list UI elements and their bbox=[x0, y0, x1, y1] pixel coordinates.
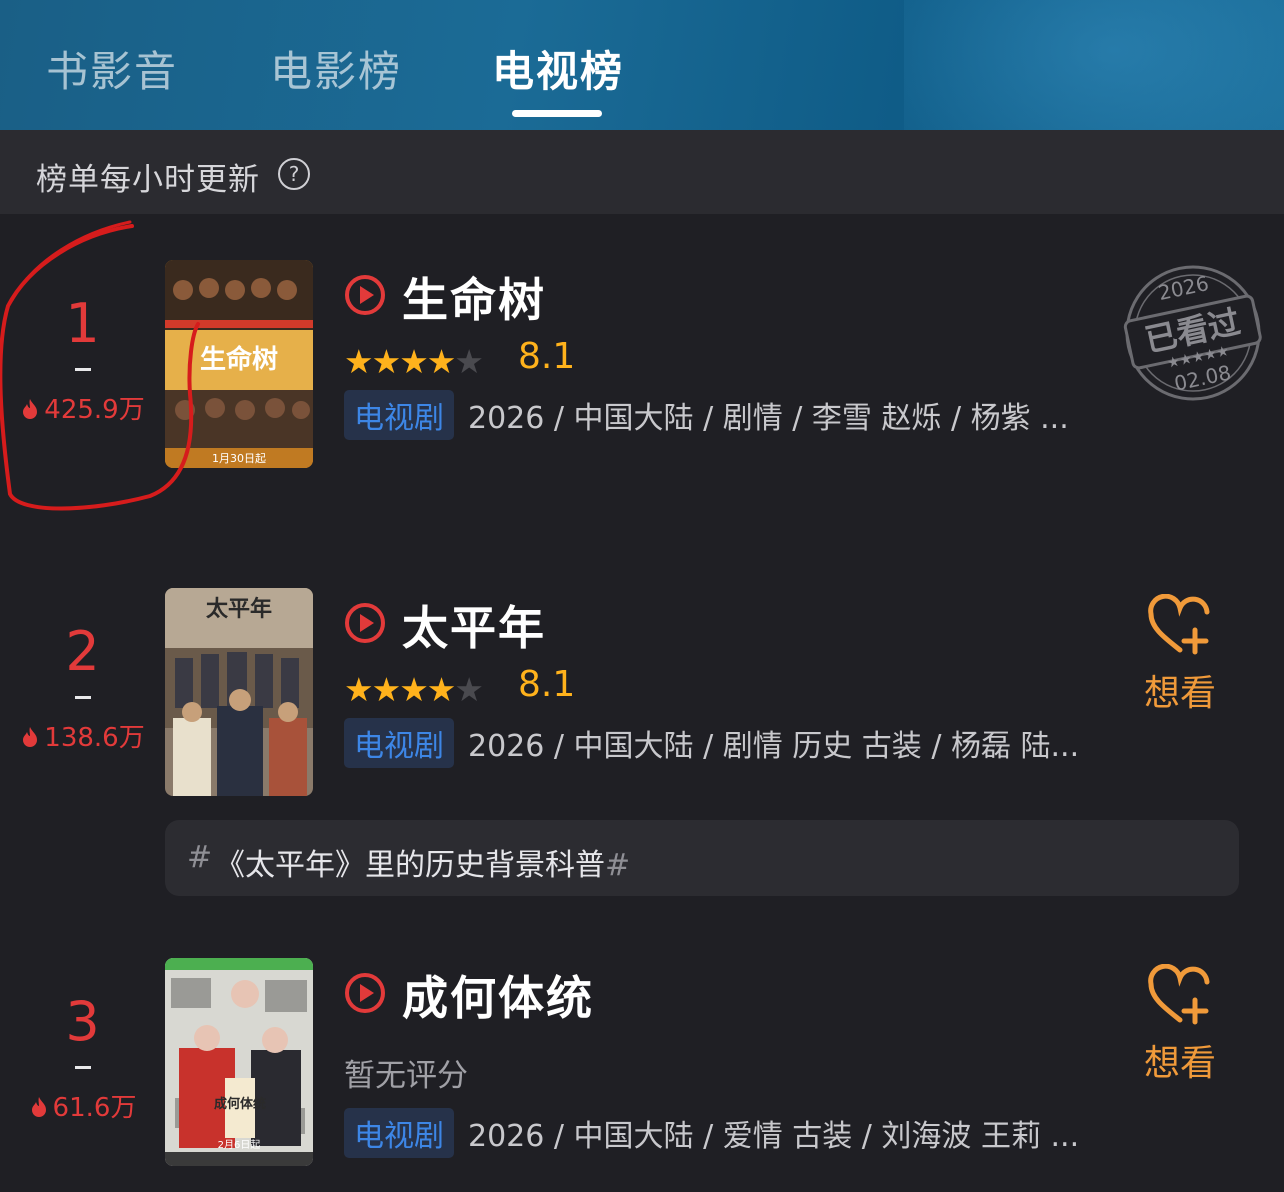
meta-info: 2026 / 中国大陆 / 剧情 历史 古装 / 杨磊 陆... bbox=[468, 729, 1080, 764]
rank-number: 1 bbox=[65, 292, 100, 355]
meta-row: 电视剧 2026 / 中国大陆 / 爱情 古装 / 刘海波 王莉 ... bbox=[344, 1108, 1080, 1158]
rank-number: 2 bbox=[65, 620, 100, 683]
tab-tv-chart[interactable]: 电视榜 bbox=[492, 38, 624, 99]
topic-label: 《太平年》里的历史背景科普 bbox=[215, 848, 605, 883]
star-rating: ★★★★★ bbox=[344, 342, 484, 381]
heart-plus-icon bbox=[1148, 593, 1210, 655]
heat-text: 138.6万 bbox=[44, 723, 145, 753]
rank-number: 3 bbox=[65, 990, 100, 1053]
show-title[interactable]: 生命树 bbox=[402, 264, 546, 330]
update-info-bar: 榜单每小时更新 ? bbox=[0, 130, 1284, 214]
poster-title: 生命树 bbox=[200, 344, 278, 375]
top-tab-bar: 书影音 电影榜 电视榜 bbox=[0, 0, 1284, 130]
poster-title: 成何体统 bbox=[214, 1096, 266, 1112]
heat-value: 425.9万 bbox=[0, 389, 165, 426]
poster-art: 生命树 1月30日起 bbox=[165, 260, 313, 468]
heart-plus-icon bbox=[1148, 963, 1210, 1025]
heat-value: 138.6万 bbox=[0, 717, 165, 754]
rank-change-dash bbox=[74, 696, 91, 699]
hash-icon: # bbox=[187, 840, 213, 875]
star-icon: ★ bbox=[344, 342, 374, 381]
question-circle-icon[interactable]: ? bbox=[278, 158, 310, 190]
no-rating-text: 暂无评分 bbox=[344, 1058, 468, 1094]
update-info-text: 榜单每小时更新 bbox=[36, 162, 260, 198]
tab-books-movies-music[interactable]: 书影音 bbox=[46, 38, 178, 99]
star-icon: ★ bbox=[344, 670, 374, 709]
star-icon: ★ bbox=[426, 342, 457, 381]
rank-change-dash bbox=[74, 368, 91, 371]
active-tab-indicator bbox=[512, 110, 602, 117]
star-rating: ★★★★★ bbox=[344, 670, 484, 709]
topic-pill[interactable]: # 《太平年》里的历史背景科普# bbox=[165, 820, 1239, 896]
want-to-watch-label: 想看 bbox=[1143, 1043, 1216, 1084]
want-to-watch-button[interactable]: 想看 bbox=[1140, 963, 1220, 1086]
meta-info: 2026 / 中国大陆 / 爱情 古装 / 刘海波 王莉 ... bbox=[468, 1119, 1080, 1154]
poster-art: 成何体统 2月6日起 bbox=[165, 958, 313, 1166]
star-icon: ★ bbox=[426, 670, 457, 709]
header-glow bbox=[904, 0, 1284, 130]
star-empty-icon: ★ bbox=[454, 670, 484, 709]
play-icon[interactable] bbox=[344, 972, 386, 1014]
star-icon: ★ bbox=[371, 342, 402, 381]
category-tag: 电视剧 bbox=[344, 390, 454, 440]
show-title[interactable]: 成何体统 bbox=[402, 962, 594, 1028]
heat-text: 425.9万 bbox=[44, 395, 145, 425]
poster-image[interactable]: 太平年 bbox=[165, 588, 313, 796]
poster-image[interactable]: 生命树 1月30日起 bbox=[165, 260, 313, 468]
watched-stamp: 2026 已看过 ★★★★★ 02.08 bbox=[1118, 258, 1268, 408]
poster-date: 1月30日起 bbox=[212, 452, 266, 465]
want-to-watch-label: 想看 bbox=[1143, 673, 1216, 714]
poster-date: 2月6日起 bbox=[218, 1139, 261, 1151]
category-tag: 电视剧 bbox=[344, 1108, 454, 1158]
score-value: 8.1 bbox=[518, 664, 576, 705]
stamp-year: 2026 bbox=[1156, 271, 1211, 305]
play-icon[interactable] bbox=[344, 274, 386, 316]
poster-title: 太平年 bbox=[206, 596, 272, 622]
flame-icon bbox=[31, 1097, 46, 1117]
star-icon: ★ bbox=[371, 670, 402, 709]
star-icon: ★ bbox=[399, 670, 429, 709]
hash-icon: # bbox=[605, 848, 631, 883]
want-to-watch-button[interactable]: 想看 bbox=[1140, 593, 1220, 716]
meta-row: 电视剧 2026 / 中国大陆 / 剧情 历史 古装 / 杨磊 陆... bbox=[344, 718, 1080, 768]
score-value: 8.1 bbox=[518, 336, 576, 377]
poster-art: 太平年 bbox=[165, 588, 313, 796]
topic-text: 《太平年》里的历史背景科普# bbox=[215, 840, 630, 884]
flame-icon bbox=[23, 727, 38, 747]
star-empty-icon: ★ bbox=[454, 342, 484, 381]
rank-block: 1 425.9万 bbox=[0, 294, 165, 426]
rank-block: 2 138.6万 bbox=[0, 622, 165, 754]
play-icon[interactable] bbox=[344, 602, 386, 644]
heat-text: 61.6万 bbox=[52, 1093, 137, 1123]
rank-change-dash bbox=[74, 1066, 91, 1069]
star-icon: ★ bbox=[399, 342, 429, 381]
poster-image[interactable]: 成何体统 2月6日起 bbox=[165, 958, 313, 1166]
meta-row: 电视剧 2026 / 中国大陆 / 剧情 / 李雪 赵烁 / 杨紫 ... bbox=[344, 390, 1069, 440]
meta-info: 2026 / 中国大陆 / 剧情 / 李雪 赵烁 / 杨紫 ... bbox=[468, 401, 1069, 436]
category-tag: 电视剧 bbox=[344, 718, 454, 768]
rank-block: 3 61.6万 bbox=[0, 992, 165, 1124]
show-title[interactable]: 太平年 bbox=[402, 592, 546, 658]
flame-icon bbox=[23, 399, 38, 419]
tab-movie-chart[interactable]: 电影榜 bbox=[270, 38, 402, 99]
heat-value: 61.6万 bbox=[0, 1087, 165, 1124]
